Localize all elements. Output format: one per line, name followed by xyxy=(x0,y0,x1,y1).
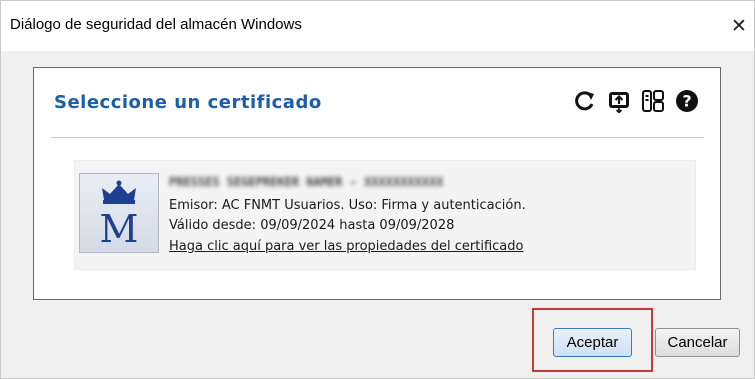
panel-heading: Seleccione un certificado xyxy=(54,92,322,113)
import-icon[interactable] xyxy=(606,88,632,114)
certificate-item[interactable]: M PRESSES SEGEPREKER NAMER - XXXXXXXXXXX… xyxy=(74,160,696,270)
panel-separator xyxy=(50,137,704,138)
security-dialog-window: Diálogo de seguridad del almacén Windows… xyxy=(0,0,755,379)
logo-letter: M xyxy=(100,207,139,248)
help-icon[interactable]: ? xyxy=(674,88,700,114)
window-title: Diálogo de seguridad del almacén Windows xyxy=(10,16,302,33)
certificate-selection-panel: Seleccione un certificado ? M PRESSES SE… xyxy=(33,67,721,300)
svg-text:?: ? xyxy=(682,92,691,111)
certificate-validity: Válido desde: 09/09/2024 hasta 09/09/202… xyxy=(169,218,455,233)
view-icon[interactable] xyxy=(640,88,666,114)
fnmt-logo: M xyxy=(79,173,159,253)
cancel-button[interactable]: Cancelar xyxy=(655,328,740,357)
close-icon: ✕ xyxy=(731,15,747,37)
panel-toolbar: ? xyxy=(572,88,700,114)
certificate-properties-link[interactable]: Haga clic aquí para ver las propiedades … xyxy=(169,239,523,254)
title-bar: Diálogo de seguridad del almacén Windows… xyxy=(1,1,754,51)
certificate-subject-redacted: PRESSES SEGEPREKER NAMER - XXXXXXXXXXX xyxy=(169,175,444,189)
close-button[interactable]: ✕ xyxy=(724,9,754,43)
accept-button[interactable]: Aceptar xyxy=(553,328,632,357)
refresh-icon[interactable] xyxy=(572,88,598,114)
certificate-issuer: Emisor: AC FNMT Usuarios. Uso: Firma y a… xyxy=(169,198,526,213)
